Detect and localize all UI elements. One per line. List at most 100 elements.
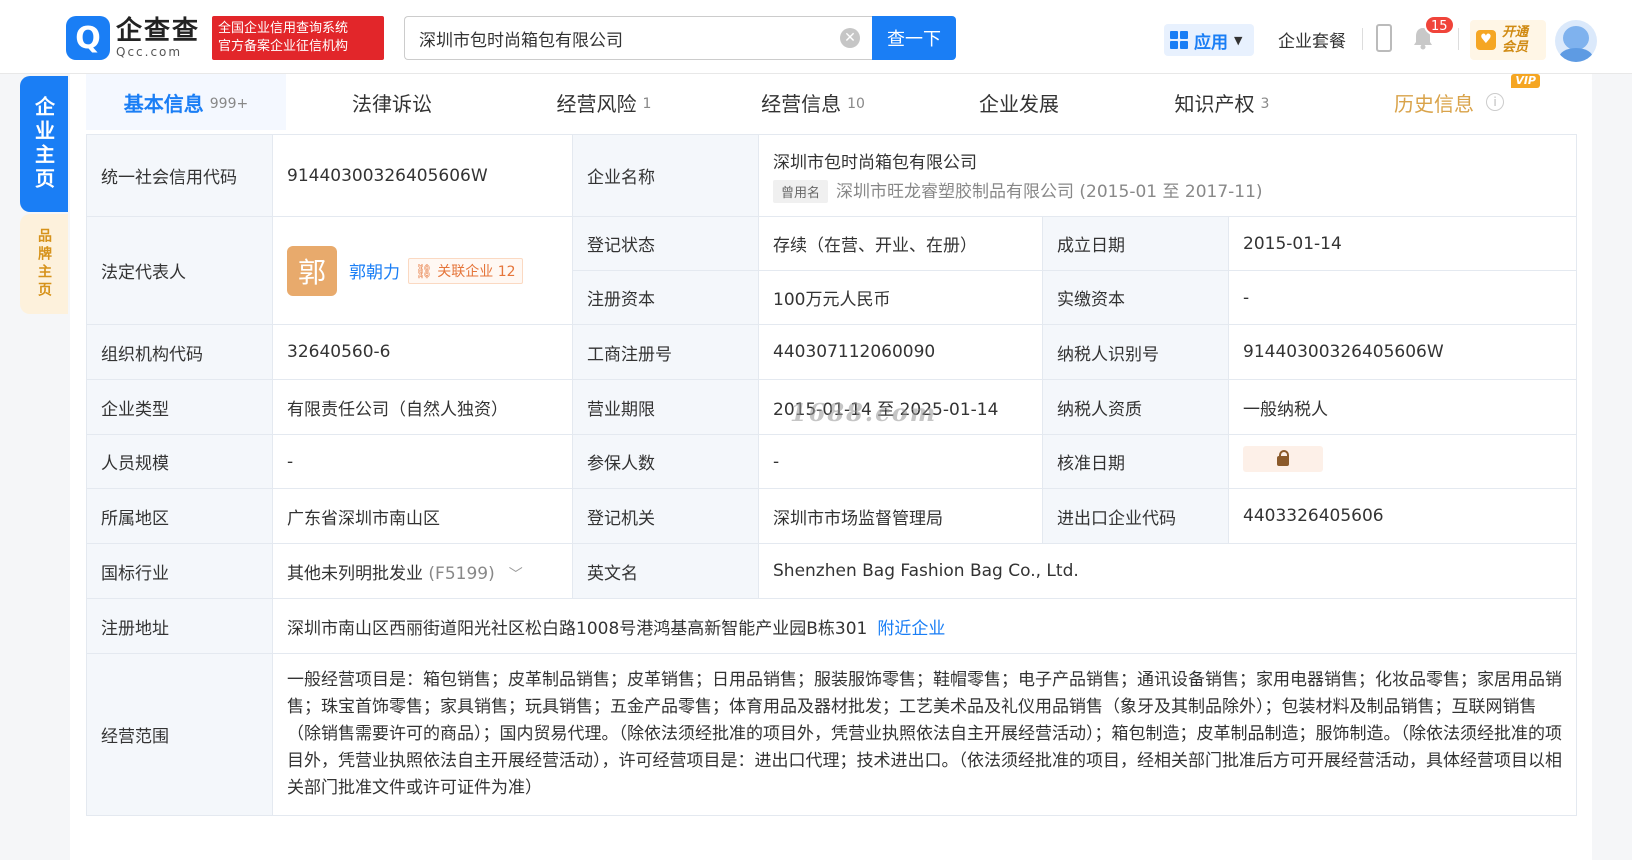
- approval-date-label: 核准日期: [1042, 434, 1229, 489]
- table-row: 所属地区 广东省深圳市南山区 登记机关 深圳市市场监督管理局 进出口企业代码 4…: [86, 488, 1578, 544]
- table-row: 经营范围 一般经营项目是：箱包销售；皮革制品销售；皮革销售；日用品销售；服装服饰…: [86, 653, 1578, 816]
- notification-badge: 15: [1424, 15, 1455, 35]
- tab-operating-info[interactable]: 经营信息 10: [710, 74, 916, 130]
- taxpayer-id-value: 91440300326405606W: [1227, 324, 1578, 380]
- tab-label: 经营信息: [761, 91, 842, 116]
- logo-tagline: 全国企业信用查询系统 官方备案企业征信机构: [212, 16, 384, 60]
- company-info-card: 基本信息 999+ 法律诉讼 经营风险 1 经营信息 10 企业发展 知识产权 3 历史…: [70, 74, 1592, 860]
- reg-capital-value: 100万元人民币: [758, 270, 1043, 325]
- scope-value: 一般经营项目是：箱包销售；皮革制品销售；皮革销售；日用品销售；服装服饰零售；鞋帽…: [271, 653, 1578, 816]
- vip-badge: VIP: [1511, 74, 1540, 88]
- tab-count: 10: [847, 96, 865, 112]
- scope-label: 经营范围: [86, 653, 273, 816]
- related-companies-tag[interactable]: ⛓ 关联企业 12: [408, 257, 523, 284]
- tab-count: 3: [1260, 96, 1270, 112]
- paid-capital-value: -: [1227, 270, 1578, 325]
- apps-label: 应用: [1194, 32, 1228, 53]
- table-row: 统一社会信用代码 91440300326405606W 企业名称 深圳市包时尚箱…: [86, 134, 1578, 217]
- english-name-label: 英文名: [572, 543, 759, 599]
- logo-en: Qcc.com: [116, 45, 183, 59]
- former-name-value: 深圳市旺龙睿塑胶制品有限公司 (2015-01 至 2017-11): [836, 182, 1263, 202]
- table-row: 注册地址 深圳市南山区西丽街道阳光社区松白路1008号港鸿基高新智能产业园B栋3…: [86, 598, 1578, 654]
- vip-text: 开通 会员: [1502, 25, 1528, 55]
- company-type-value: 有限责任公司（自然人独资）: [272, 379, 573, 435]
- tab-litigation[interactable]: 法律诉讼: [286, 74, 498, 130]
- region-value: 广东省深圳市南山区: [272, 488, 573, 544]
- industry-value: 其他未列明批发业: [287, 563, 423, 584]
- tab-count: 1: [642, 96, 652, 112]
- logo-cn: 企查查: [116, 16, 201, 46]
- biz-reg-no-value: 440307112060090: [758, 324, 1043, 380]
- side-tab-company-home[interactable]: 企业主页: [20, 76, 68, 212]
- vip-line-1: 开通: [1502, 25, 1529, 40]
- divider: [1458, 28, 1459, 50]
- table-row: 法定代表人 郭 郭朝力 ⛓ 关联企业 12 登记状态 存续（在营、开业、在册） …: [86, 216, 1578, 325]
- tab-label: 知识产权: [1174, 91, 1255, 116]
- taxpayer-qual-label: 纳税人资质: [1042, 379, 1229, 435]
- open-vip-button[interactable]: ♥ 开通 会员: [1470, 20, 1546, 60]
- search-button[interactable]: 查一下: [872, 16, 956, 60]
- logo-text: 企查查 Qcc.com: [116, 18, 200, 58]
- side-tab-brand-home[interactable]: 品牌主页: [20, 214, 68, 314]
- related-icon: ⛓: [415, 263, 438, 280]
- staff-size-value: -: [272, 434, 573, 489]
- basic-info-table: 统一社会信用代码 91440300326405606W 企业名称 深圳市包时尚箱…: [86, 134, 1578, 816]
- legal-rep-label: 法定代表人: [86, 216, 273, 325]
- insured-label: 参保人数: [572, 434, 759, 489]
- insured-value: -: [758, 434, 1043, 489]
- tab-label: 企业发展: [979, 91, 1059, 116]
- enterprise-package-link[interactable]: 企业套餐: [1278, 27, 1346, 52]
- legal-rep-name-link[interactable]: 郭朝力: [349, 258, 400, 283]
- founded-label: 成立日期: [1042, 216, 1229, 271]
- tab-basic-info[interactable]: 基本信息 999+: [86, 74, 286, 130]
- lock-icon[interactable]: [1243, 446, 1323, 472]
- industry-code: (F5199): [428, 563, 495, 584]
- biz-reg-no-label: 工商注册号: [572, 324, 759, 380]
- import-export-value: 4403326405606: [1227, 488, 1578, 544]
- tab-development[interactable]: 企业发展: [916, 74, 1122, 130]
- tab-label: 基本信息: [123, 91, 204, 116]
- divider: [1362, 28, 1363, 50]
- qcc-logo[interactable]: Q 企查查 Qcc.com: [66, 16, 200, 60]
- paid-capital-label: 实缴资本: [1042, 270, 1229, 325]
- nearby-companies-link[interactable]: 附近企业: [877, 619, 945, 639]
- logo-tagline-1: 全国企业信用查询系统: [218, 21, 349, 36]
- tab-operating-risk[interactable]: 经营风险 1: [498, 74, 710, 130]
- english-name-value: Shenzhen Bag Fashion Bag Co., Ltd.: [757, 543, 1578, 599]
- tab-ip[interactable]: 知识产权 3: [1122, 74, 1322, 130]
- logo-tagline-2: 官方备案企业征信机构: [218, 39, 349, 54]
- reg-authority-label: 登记机关: [572, 488, 759, 544]
- company-type-label: 企业类型: [86, 379, 273, 435]
- address-value: 深圳市南山区西丽街道阳光社区松白路1008号港鸿基高新智能产业园B栋301: [287, 618, 868, 639]
- founded-value: 2015-01-14: [1227, 216, 1578, 271]
- region-label: 所属地区: [86, 488, 273, 544]
- org-code-label: 组织机构代码: [86, 324, 273, 380]
- top-header: Q 企查查 Qcc.com 全国企业信用查询系统 官方备案企业征信机构 ✕ 查一…: [0, 0, 1632, 74]
- company-name-label: 企业名称: [572, 134, 759, 217]
- address-label: 注册地址: [86, 598, 273, 654]
- tab-history[interactable]: 历史信息 i VIP: [1322, 74, 1576, 130]
- company-name-value: 深圳市包时尚箱包有限公司: [773, 153, 977, 173]
- vip-line-2: 会员: [1502, 40, 1529, 55]
- status-value: 存续（在营、开业、在册）: [758, 216, 1043, 271]
- info-icon[interactable]: i: [1486, 93, 1504, 111]
- legal-rep-cell: 郭 郭朝力 ⛓ 关联企业 12: [272, 216, 573, 325]
- tab-label: 历史信息: [1394, 91, 1474, 116]
- import-export-label: 进出口企业代码: [1042, 488, 1229, 544]
- address-cell: 深圳市南山区西丽街道阳光社区松白路1008号港鸿基高新智能产业园B栋301 附近企…: [271, 598, 1578, 654]
- clear-icon[interactable]: ✕: [840, 28, 860, 48]
- user-avatar[interactable]: [1555, 20, 1597, 62]
- approval-date-cell: [1227, 434, 1578, 489]
- org-code-value: 32640560-6: [272, 324, 573, 380]
- search-input[interactable]: [419, 28, 819, 48]
- apps-menu-button[interactable]: 应用 ▼: [1164, 24, 1254, 56]
- table-row: 企业类型 有限责任公司（自然人独资） 营业期限 2015-01-14 至 202…: [86, 379, 1578, 435]
- table-row: 国标行业 其他未列明批发业 (F5199) ﹀ 英文名 Shenzhen Bag …: [86, 543, 1578, 599]
- industry-cell[interactable]: 其他未列明批发业 (F5199) ﹀: [272, 543, 573, 599]
- tab-count: 999+: [209, 96, 249, 112]
- chevron-down-icon[interactable]: ﹀: [509, 567, 523, 583]
- mobile-phone-icon[interactable]: [1376, 24, 1392, 52]
- table-row: 组织机构代码 32640560-6 工商注册号 440307112060090 …: [86, 324, 1578, 380]
- related-count: 12: [497, 263, 516, 280]
- credit-code-label: 统一社会信用代码: [86, 134, 273, 217]
